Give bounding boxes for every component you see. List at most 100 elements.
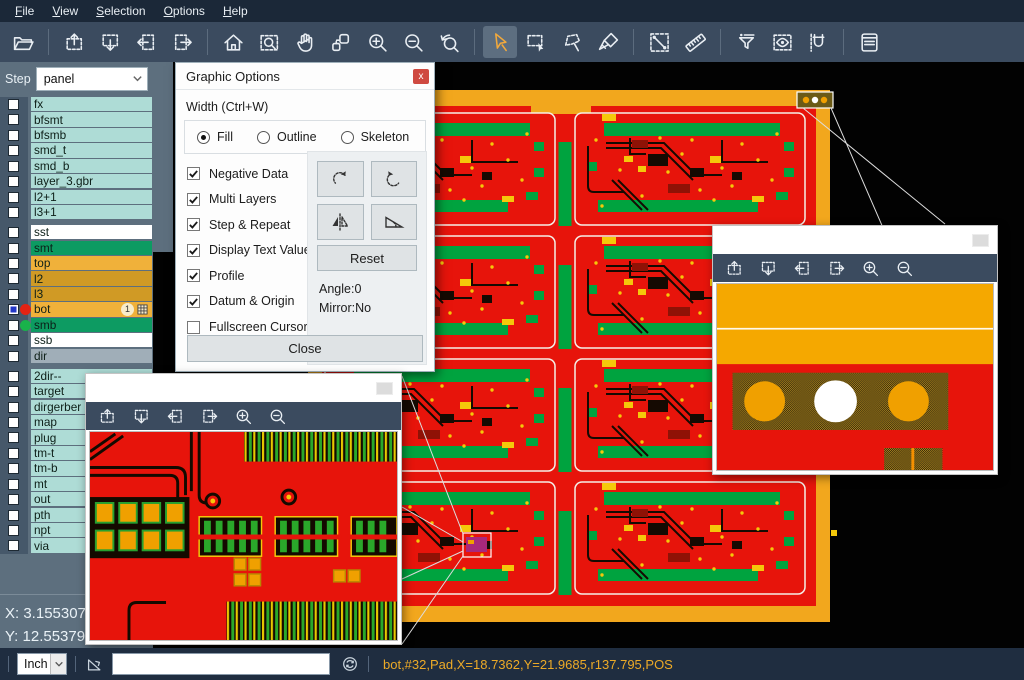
pan-down-button[interactable] [755, 256, 782, 280]
drag-view-button[interactable] [324, 26, 358, 58]
layer-checkbox[interactable] [8, 320, 19, 331]
pan-right-button[interactable] [165, 26, 199, 58]
check-negative-data[interactable]: Negative Data [187, 167, 311, 180]
check-fullscreen-cursor[interactable]: Fullscreen Cursor [187, 321, 311, 334]
pan-down-button[interactable] [93, 26, 127, 58]
layer-checkbox[interactable] [8, 207, 19, 218]
ruler-button[interactable] [678, 26, 712, 58]
layer-checkbox[interactable] [8, 227, 19, 238]
layer-row-layer_3.gbr[interactable]: layer_3.gbr [0, 174, 153, 189]
rotate-ccw-button[interactable] [371, 161, 418, 197]
filter-button[interactable] [729, 26, 763, 58]
layer-row-l2[interactable]: l2 [0, 271, 153, 286]
layer-name[interactable]: sst [31, 225, 152, 239]
checkbox[interactable] [187, 167, 200, 180]
layer-row-ssb[interactable]: ssb [0, 333, 153, 348]
layer-name[interactable]: layer_3.gbr [31, 174, 152, 188]
layer-row-dir[interactable]: dir [0, 349, 153, 364]
layer-row-bfsmb[interactable]: bfsmb [0, 128, 153, 143]
radio-circle[interactable] [197, 131, 210, 144]
zoom-in-button[interactable] [230, 404, 257, 428]
layer-name[interactable]: l2+1 [31, 190, 152, 204]
layer-checkbox[interactable] [8, 304, 19, 315]
layer-row-l3+1[interactable]: l3+1 [0, 205, 153, 220]
menu-help[interactable]: Help [214, 1, 257, 21]
layer-checkbox[interactable] [8, 243, 19, 254]
menu-selection[interactable]: Selection [87, 1, 154, 21]
layer-name[interactable]: l2 [31, 271, 152, 285]
layer-name[interactable]: top [31, 256, 152, 270]
layer-checkbox[interactable] [8, 335, 19, 346]
zoom-previous-button[interactable] [432, 26, 466, 58]
pan-right-button[interactable] [196, 404, 223, 428]
layer-name[interactable]: smd_b [31, 159, 152, 173]
layer-row-bot[interactable]: bot1 [0, 302, 153, 317]
layer-checkbox[interactable] [8, 351, 19, 362]
zoom-out-button[interactable] [264, 404, 291, 428]
layer-name[interactable]: bot1 [31, 302, 152, 316]
checkbox[interactable] [187, 244, 200, 257]
layer-checkbox[interactable] [8, 161, 19, 172]
layer-checkbox[interactable] [8, 386, 19, 397]
layer-checkbox[interactable] [8, 525, 19, 536]
check-display-text-value[interactable]: Display Text Value [187, 244, 311, 257]
layer-name[interactable]: fx [31, 97, 152, 111]
pan-up-button[interactable] [94, 404, 121, 428]
select-button[interactable] [483, 26, 517, 58]
open-button[interactable] [6, 26, 40, 58]
layer-checkbox[interactable] [8, 176, 19, 187]
layer-row-smd_t[interactable]: smd_t [0, 143, 153, 158]
step-select[interactable]: panel [36, 67, 148, 91]
layer-checkbox[interactable] [8, 130, 19, 141]
magnifier-view[interactable] [89, 431, 398, 641]
layer-name[interactable]: dir [31, 349, 152, 363]
poly-select-button[interactable] [555, 26, 589, 58]
reset-button[interactable]: Reset [317, 245, 417, 271]
menu-view[interactable]: View [43, 1, 87, 21]
close-button[interactable]: Close [187, 335, 423, 362]
layer-name[interactable]: smd_t [31, 143, 152, 157]
layer-name[interactable]: bfsmb [31, 128, 152, 142]
layer-checkbox[interactable] [8, 448, 19, 459]
layer-row-top[interactable]: top [0, 256, 153, 271]
layer-checkbox[interactable] [8, 402, 19, 413]
pan-left-button[interactable] [129, 26, 163, 58]
layer-checkbox[interactable] [8, 463, 19, 474]
layer-checkbox[interactable] [8, 432, 19, 443]
snap-button[interactable] [801, 26, 835, 58]
layer-checkbox[interactable] [8, 510, 19, 521]
menu-file[interactable]: File [6, 1, 43, 21]
sidebar-scrollbar[interactable] [153, 62, 173, 252]
zoom-in-button[interactable] [360, 26, 394, 58]
layer-checkbox[interactable] [8, 145, 19, 156]
zoom-window-button[interactable] [252, 26, 286, 58]
radio-skeleton[interactable]: Skeleton [341, 130, 410, 144]
dialog-title[interactable]: Graphic Options [176, 63, 434, 90]
layer-checkbox[interactable] [8, 289, 19, 300]
layer-checkbox[interactable] [8, 371, 19, 382]
magnifier-view[interactable] [716, 283, 994, 471]
pan-right-button[interactable] [823, 256, 850, 280]
clean-button[interactable] [591, 26, 625, 58]
layer-checkbox[interactable] [8, 417, 19, 428]
layer-checkbox[interactable] [8, 258, 19, 269]
pan-left-button[interactable] [162, 404, 189, 428]
pan-down-button[interactable] [128, 404, 155, 428]
layer-row-l2+1[interactable]: l2+1 [0, 190, 153, 205]
layer-name[interactable]: smt [31, 241, 152, 255]
checkbox[interactable] [187, 193, 200, 206]
flip-vertical-button[interactable] [371, 204, 418, 240]
layer-checkbox[interactable] [8, 273, 19, 284]
checkbox[interactable] [187, 295, 200, 308]
layer-row-bfsmt[interactable]: bfsmt [0, 112, 153, 127]
unit-select[interactable]: Inch [17, 653, 67, 675]
layer-name[interactable]: l3 [31, 287, 152, 301]
checkbox[interactable] [187, 218, 200, 231]
layer-checkbox[interactable] [8, 192, 19, 203]
layer-row-smd_b[interactable]: smd_b [0, 159, 153, 174]
layer-row-sst[interactable]: sst [0, 225, 153, 240]
zoom-in-button[interactable] [857, 256, 884, 280]
pan-up-button[interactable] [57, 26, 91, 58]
layer-name[interactable]: bfsmt [31, 112, 152, 126]
radio-circle[interactable] [257, 131, 270, 144]
